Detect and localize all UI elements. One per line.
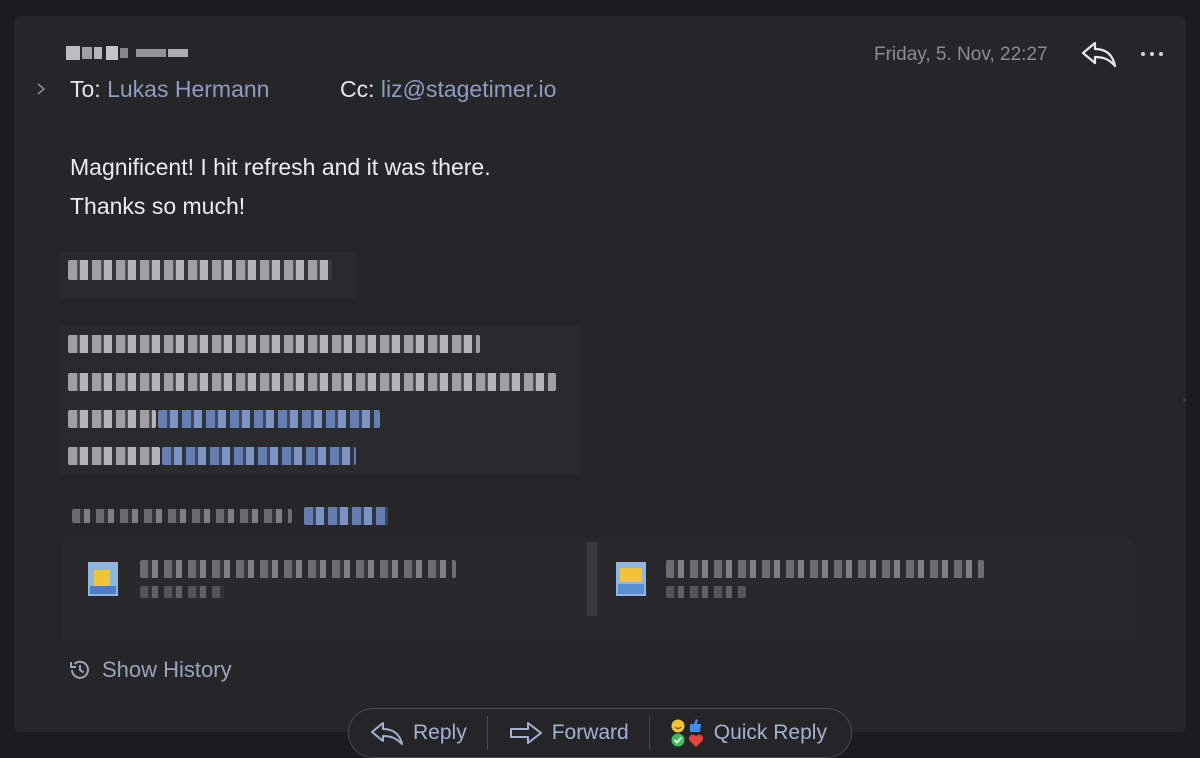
message-date: Friday, 5. Nov, 22:27 <box>874 44 1048 65</box>
signature-redacted-link <box>162 447 356 465</box>
forward-button[interactable]: Forward <box>488 709 649 757</box>
expand-chevron-icon[interactable] <box>34 80 48 98</box>
image-file-icon[interactable] <box>88 562 118 596</box>
quick-reply-label: Quick Reply <box>713 721 827 744</box>
image-file-icon[interactable] <box>616 562 646 596</box>
to-label: To: <box>70 76 101 102</box>
quick-reply-button[interactable]: Quick Reply <box>650 709 845 757</box>
signature-redacted-line <box>68 447 160 465</box>
to-recipient[interactable]: Lukas Hermann <box>107 76 269 102</box>
message-body: Magnificent! I hit refresh and it was th… <box>70 148 491 226</box>
attachment-redacted-name[interactable] <box>140 560 456 578</box>
signature-redacted-line <box>68 260 332 280</box>
attachments-redacted-save-link[interactable] <box>304 507 388 525</box>
action-bar: Reply Forward Quick Reply <box>348 708 852 758</box>
attachment-divider <box>587 542 597 616</box>
signature-redacted-line <box>68 410 156 428</box>
attachment-redacted-name[interactable] <box>666 560 984 578</box>
signature-redacted-line <box>68 373 556 391</box>
history-icon <box>70 660 89 679</box>
body-line: Thanks so much! <box>70 193 246 219</box>
reply-label: Reply <box>413 721 467 744</box>
cc-field: Cc: liz@stagetimer.io <box>340 76 556 103</box>
cc-label: Cc: <box>340 76 375 102</box>
to-field: To: Lukas Hermann <box>70 76 269 103</box>
forward-label: Forward <box>551 721 629 744</box>
reply-icon-button[interactable] <box>1080 38 1118 70</box>
more-dot <box>1141 52 1145 56</box>
more-options-button[interactable] <box>1135 38 1169 70</box>
body-line: Magnificent! I hit refresh and it was th… <box>70 154 491 180</box>
show-history-label: Show History <box>102 657 232 682</box>
signature-redacted-link <box>158 410 380 428</box>
forward-arrow-icon <box>509 722 542 744</box>
signature-redacted-line <box>68 335 480 353</box>
emoji-reactions-icon <box>671 719 703 747</box>
more-dot <box>1150 52 1154 56</box>
show-history-button[interactable]: Show History <box>68 655 232 685</box>
cc-recipient[interactable]: liz@stagetimer.io <box>381 76 556 102</box>
sender-name-redacted <box>66 38 226 68</box>
attachment-redacted-size <box>666 586 746 598</box>
reply-arrow-icon <box>371 722 403 745</box>
attachments-redacted-summary <box>72 509 292 523</box>
scroll-indicator <box>1183 399 1186 401</box>
attachment-redacted-size <box>140 586 224 598</box>
reply-icon <box>1081 41 1117 68</box>
reply-button[interactable]: Reply <box>349 709 487 757</box>
more-dot <box>1159 52 1163 56</box>
